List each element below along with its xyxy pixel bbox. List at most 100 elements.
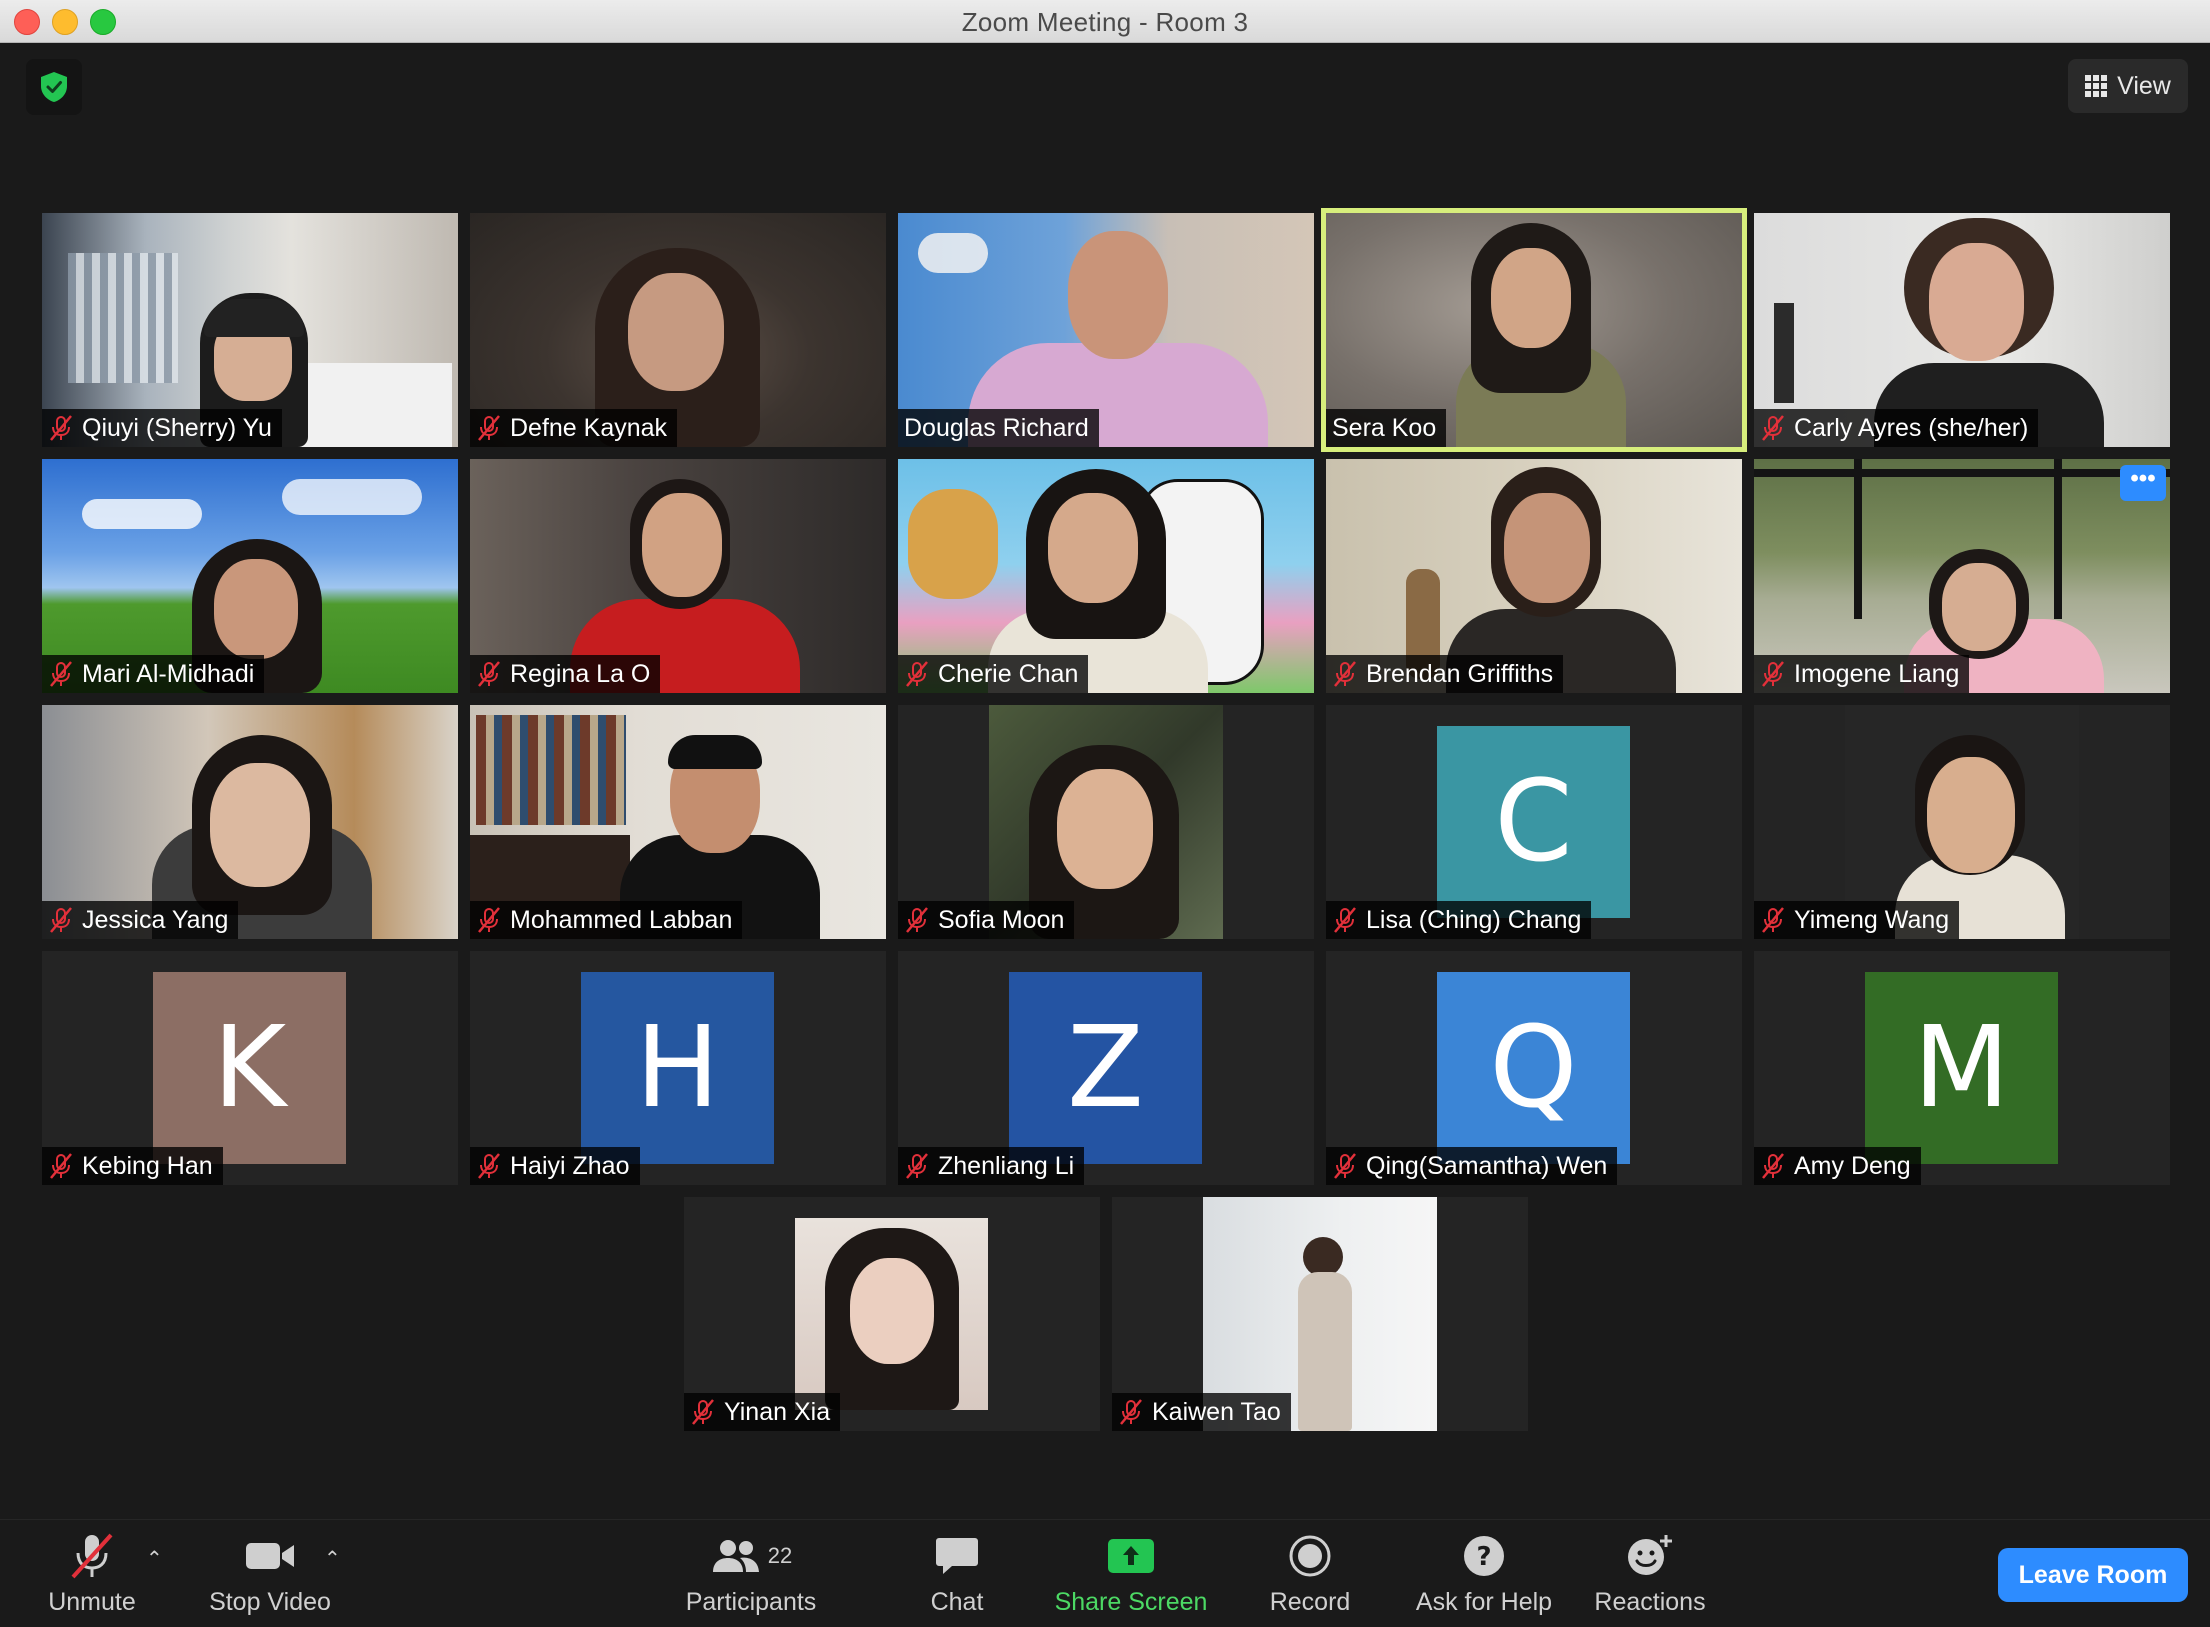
muted-mic-icon bbox=[50, 907, 72, 933]
meeting-controls-toolbar: Unmute ⌃ Stop Video ⌃ 22 Participants Ch… bbox=[0, 1519, 2210, 1627]
participant-name: Regina La O bbox=[510, 659, 651, 688]
participant-name: Zhenliang Li bbox=[938, 1151, 1075, 1180]
participant-nameplate: Brendan Griffiths bbox=[1326, 655, 1564, 693]
muted-mic-icon bbox=[50, 415, 72, 441]
video-tile-haiyi-zhao[interactable]: H Haiyi Zhao bbox=[470, 951, 886, 1185]
audio-options-caret[interactable]: ⌃ bbox=[146, 1546, 163, 1571]
participant-name: Yimeng Wang bbox=[1794, 905, 1950, 934]
participant-nameplate: Mohammed Labban bbox=[470, 901, 743, 939]
video-options-caret[interactable]: ⌃ bbox=[324, 1546, 341, 1571]
participant-name: Brendan Griffiths bbox=[1366, 659, 1554, 688]
muted-mic-icon bbox=[1762, 415, 1784, 441]
participants-count: 22 bbox=[767, 1543, 793, 1568]
participant-nameplate: Jessica Yang bbox=[42, 901, 239, 939]
participant-nameplate: Lisa (Ching) Chang bbox=[1326, 901, 1592, 939]
video-tile-mohammed-labban[interactable]: Mohammed Labban bbox=[470, 705, 886, 939]
video-tile-cherie-chan[interactable]: Cherie Chan bbox=[898, 459, 1314, 693]
participants-button[interactable]: 22 Participants bbox=[676, 1520, 826, 1627]
muted-mic-icon bbox=[1762, 1153, 1784, 1179]
stop-video-button[interactable]: Stop Video bbox=[200, 1520, 340, 1627]
record-label: Record bbox=[1269, 1588, 1351, 1616]
muted-microphone-icon bbox=[71, 1533, 113, 1579]
muted-mic-icon bbox=[1762, 661, 1784, 687]
video-tile-amy-deng[interactable]: M Amy Deng bbox=[1754, 951, 2170, 1185]
participant-nameplate: Yimeng Wang bbox=[1754, 901, 1960, 939]
leave-room-button[interactable]: Leave Room bbox=[1998, 1548, 2188, 1602]
unmute-button[interactable]: Unmute bbox=[40, 1520, 144, 1627]
help-question-icon: ? bbox=[1464, 1536, 1504, 1576]
tile-more-options-button[interactable]: ••• bbox=[2120, 465, 2166, 501]
participant-nameplate: Haiyi Zhao bbox=[470, 1147, 640, 1185]
chat-button[interactable]: Chat bbox=[910, 1520, 1004, 1627]
participant-name: Yinan Xia bbox=[724, 1397, 831, 1426]
participant-name: Sera Koo bbox=[1332, 413, 1437, 442]
window-title-bar: Zoom Meeting - Room 3 bbox=[0, 0, 2210, 43]
participant-nameplate: Imogene Liang bbox=[1754, 655, 1970, 693]
initial-avatar: Q bbox=[1437, 972, 1630, 1164]
reactions-smiley-icon bbox=[1628, 1535, 1672, 1575]
window-title: Zoom Meeting - Room 3 bbox=[961, 7, 1249, 37]
participant-name: Amy Deng bbox=[1794, 1151, 1911, 1180]
participant-name: Lisa (Ching) Chang bbox=[1366, 905, 1582, 934]
share-screen-label: Share Screen bbox=[1054, 1588, 1208, 1616]
video-tile-lisa-ching-chang[interactable]: C Lisa (Ching) Chang bbox=[1326, 705, 1742, 939]
video-tile-kaiwen-tao[interactable]: Kaiwen Tao bbox=[1112, 1197, 1528, 1431]
participants-label: Participants bbox=[685, 1588, 817, 1616]
participant-nameplate: Sofia Moon bbox=[898, 901, 1075, 939]
ask-for-help-button[interactable]: ? Ask for Help bbox=[1406, 1520, 1562, 1627]
svg-text:?: ? bbox=[1476, 1542, 1491, 1572]
muted-mic-icon bbox=[1334, 1153, 1356, 1179]
video-tile-douglas-richard[interactable]: Douglas Richard bbox=[898, 213, 1314, 447]
participant-name: Haiyi Zhao bbox=[510, 1151, 630, 1180]
participant-nameplate: Kebing Han bbox=[42, 1147, 223, 1185]
video-tile-zhenliang-li[interactable]: Z Zhenliang Li bbox=[898, 951, 1314, 1185]
video-tile-regina-la-o[interactable]: Regina La O bbox=[470, 459, 886, 693]
video-tile-yinan-xia[interactable]: Yinan Xia bbox=[684, 1197, 1100, 1431]
video-tile-mari-al-midhadi[interactable]: Mari Al-Midhadi bbox=[42, 459, 458, 693]
video-tile-qiuyi-sherry-yu[interactable]: Qiuyi (Sherry) Yu bbox=[42, 213, 458, 447]
ask-for-help-label: Ask for Help bbox=[1415, 1588, 1553, 1616]
share-screen-arrow-icon bbox=[1108, 1539, 1154, 1573]
video-tile-yimeng-wang[interactable]: Yimeng Wang bbox=[1754, 705, 2170, 939]
video-tile-kebing-han[interactable]: K Kebing Han bbox=[42, 951, 458, 1185]
initial-avatar: C bbox=[1437, 726, 1630, 918]
initial-avatar: K bbox=[153, 972, 346, 1164]
ellipsis-icon: ••• bbox=[2130, 465, 2156, 492]
muted-mic-icon bbox=[1120, 1399, 1142, 1425]
reactions-button[interactable]: Reactions bbox=[1590, 1520, 1710, 1627]
participant-nameplate: Qiuyi (Sherry) Yu bbox=[42, 409, 282, 447]
view-button[interactable]: View bbox=[2068, 59, 2188, 113]
participant-nameplate: Carly Ayres (she/her) bbox=[1754, 409, 2039, 447]
muted-mic-icon bbox=[1334, 907, 1356, 933]
video-tile-brendan-griffiths[interactable]: Brendan Griffiths bbox=[1326, 459, 1742, 693]
muted-mic-icon bbox=[1762, 907, 1784, 933]
video-tile-qing-samantha-wen[interactable]: Q Qing(Samantha) Wen bbox=[1326, 951, 1742, 1185]
video-tile-imogene-liang[interactable]: ••• Imogene Liang bbox=[1754, 459, 2170, 693]
video-tile-sofia-moon[interactable]: Sofia Moon bbox=[898, 705, 1314, 939]
participant-name: Carly Ayres (she/her) bbox=[1794, 413, 2029, 442]
shield-check-icon bbox=[41, 72, 67, 102]
muted-mic-icon bbox=[692, 1399, 714, 1425]
video-tile-sera-koo[interactable]: Sera Koo bbox=[1321, 208, 1747, 452]
participant-nameplate: Regina La O bbox=[470, 655, 661, 693]
participant-nameplate: Cherie Chan bbox=[898, 655, 1089, 693]
record-icon bbox=[1289, 1535, 1331, 1577]
stop-video-label: Stop Video bbox=[209, 1588, 331, 1616]
participant-nameplate: Amy Deng bbox=[1754, 1147, 1921, 1185]
participant-nameplate: Defne Kaynak bbox=[470, 409, 678, 447]
video-tile-defne-kaynak[interactable]: Defne Kaynak bbox=[470, 213, 886, 447]
security-shield-button[interactable] bbox=[26, 59, 82, 115]
participant-name: Defne Kaynak bbox=[510, 413, 668, 442]
participant-nameplate: Sera Koo bbox=[1326, 409, 1447, 447]
participant-nameplate: Zhenliang Li bbox=[898, 1147, 1085, 1185]
participant-nameplate: Yinan Xia bbox=[684, 1393, 841, 1431]
video-tile-jessica-yang[interactable]: Jessica Yang bbox=[42, 705, 458, 939]
muted-mic-icon bbox=[478, 1153, 500, 1179]
video-tile-carly-ayres[interactable]: Carly Ayres (she/her) bbox=[1754, 213, 2170, 447]
grid-view-icon bbox=[2085, 75, 2108, 97]
share-screen-button[interactable]: Share Screen bbox=[1050, 1520, 1212, 1627]
participant-name: Kaiwen Tao bbox=[1152, 1397, 1281, 1426]
record-button[interactable]: Record bbox=[1260, 1520, 1360, 1627]
participant-name: Qing(Samantha) Wen bbox=[1366, 1151, 1608, 1180]
participants-icon bbox=[712, 1540, 759, 1572]
